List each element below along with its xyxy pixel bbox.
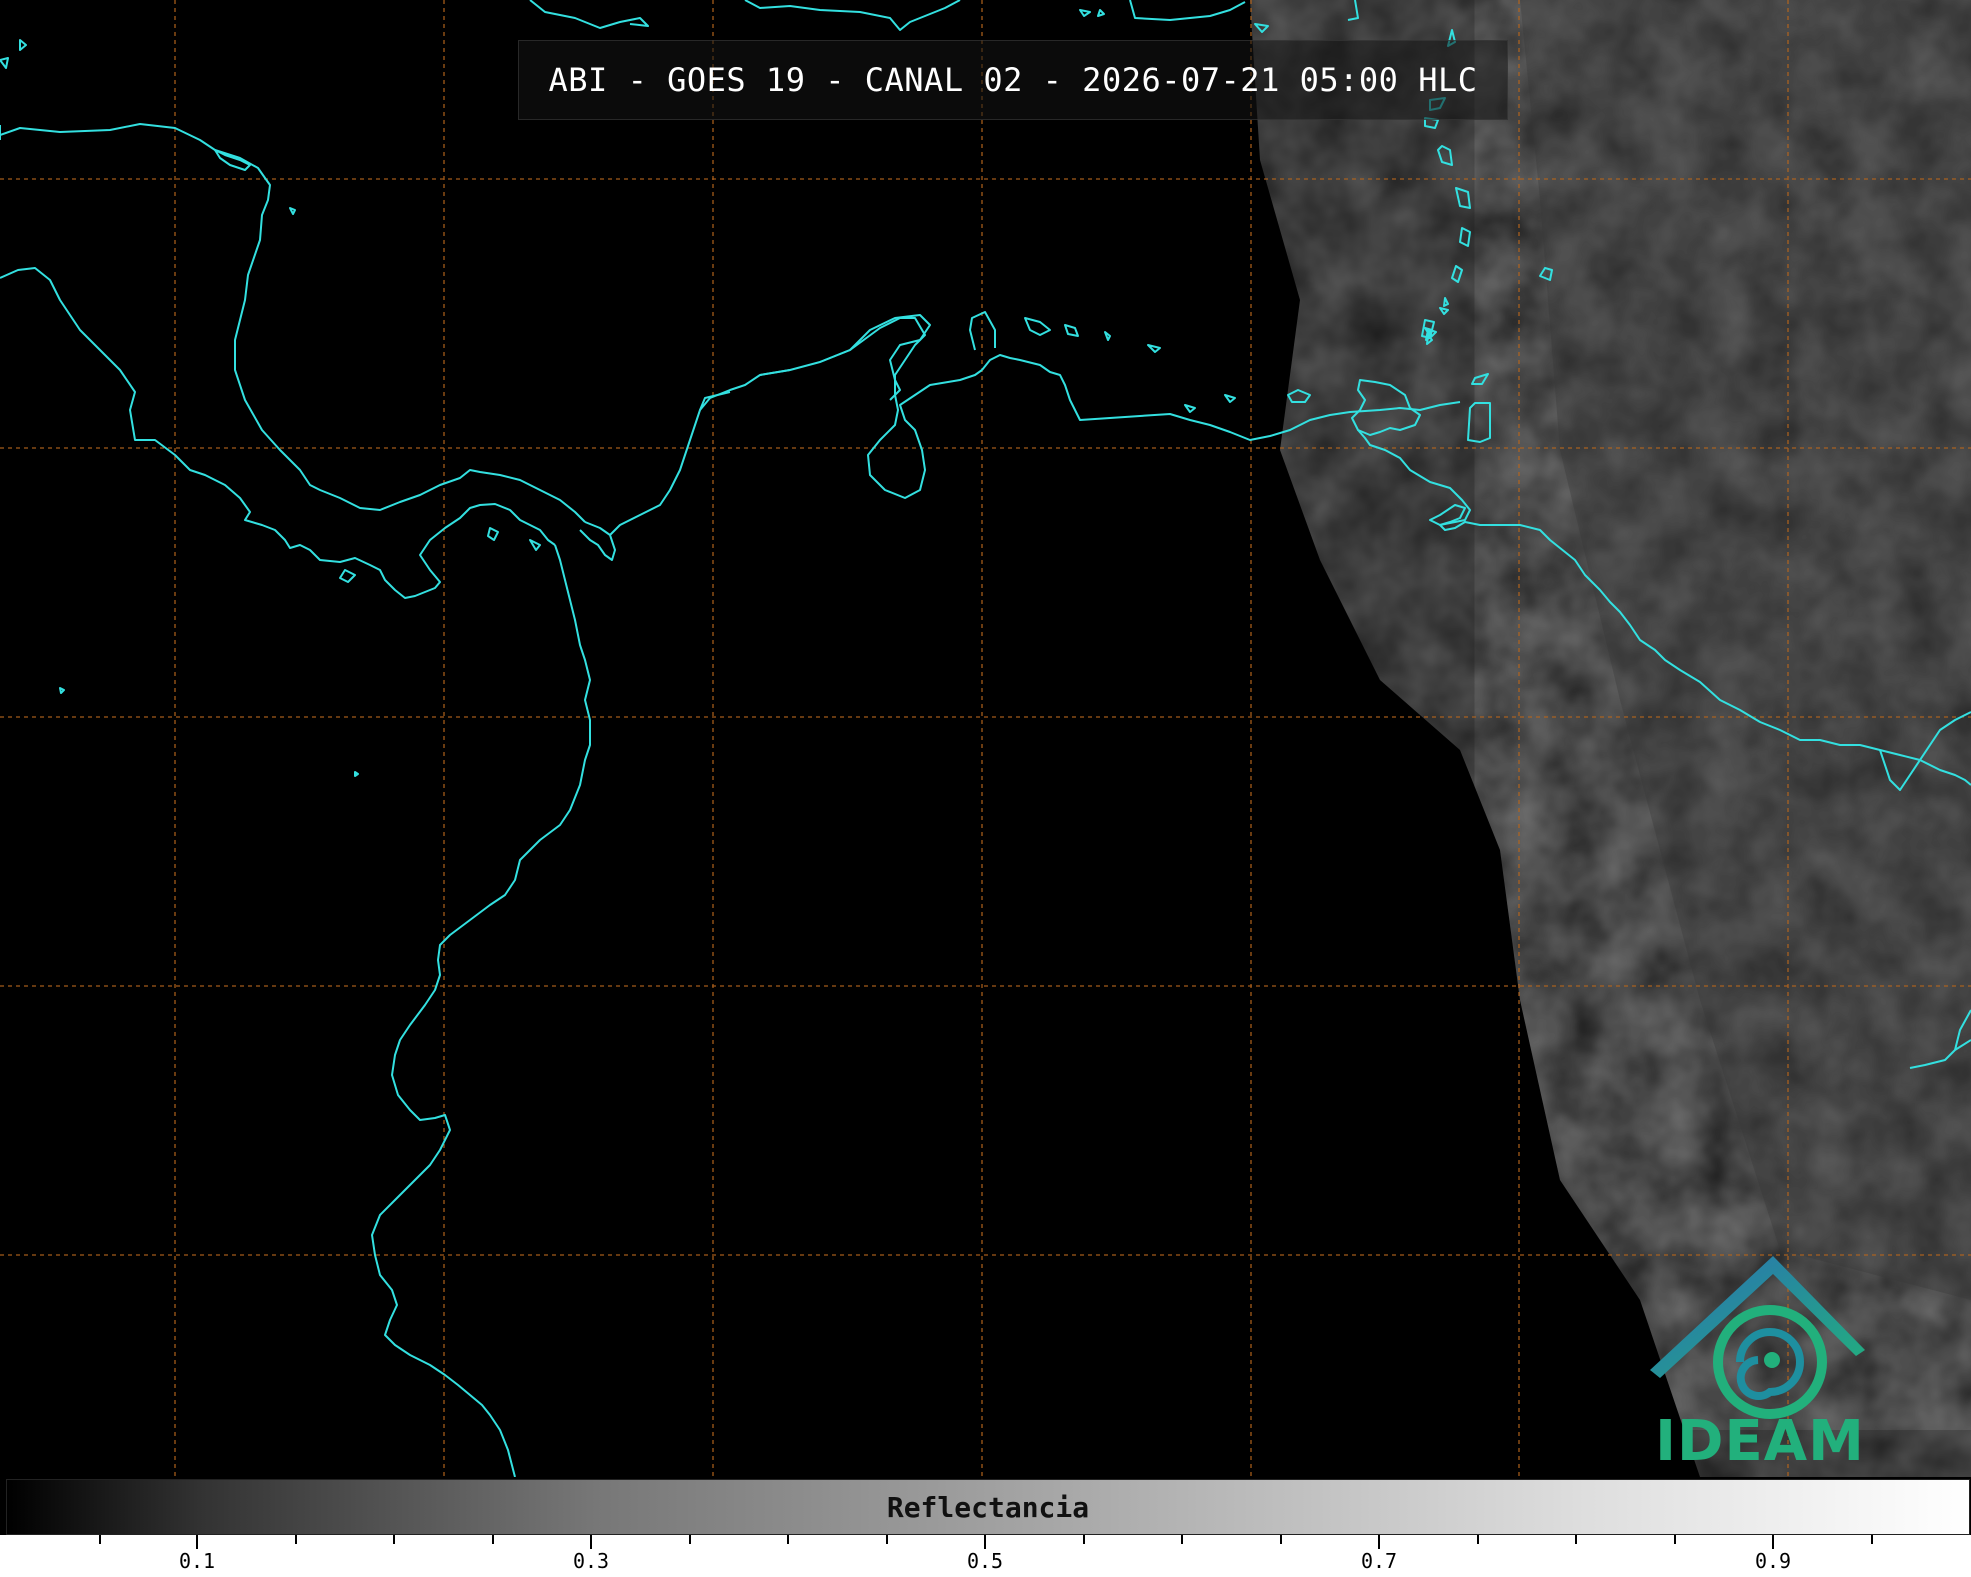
coastline-island xyxy=(487,527,499,541)
ideam-logo-text: IDEAM xyxy=(1655,1409,1865,1474)
coastline-island xyxy=(1064,324,1079,337)
colorbar-tick-label: 0.1 xyxy=(178,1549,216,1573)
coastline-yucatan xyxy=(0,123,586,523)
coastline-island xyxy=(0,39,27,69)
colorbar-ticks xyxy=(99,1535,1873,1549)
colorbar-tick-label: 0.5 xyxy=(966,1549,1004,1573)
colorbar-tick-label: 0.9 xyxy=(1754,1549,1792,1573)
colorbar-axis: 0.1 0.3 0.5 0.7 0.9 xyxy=(0,1535,1971,1577)
coastline-island xyxy=(1104,331,1111,341)
coastline-island xyxy=(529,539,541,551)
coastline-island xyxy=(1147,344,1161,353)
colorbar-label: Reflectancia xyxy=(886,1490,1090,1524)
coastline-island xyxy=(1184,404,1196,413)
coastline-colombia-caribbean xyxy=(699,317,983,499)
map-title: ABI - GOES 19 - CANAL 02 - 2026-07-21 05… xyxy=(518,40,1508,120)
coastline-island xyxy=(339,569,356,583)
coastline-island xyxy=(289,207,296,215)
coastline-colombia-pacific xyxy=(371,544,591,1477)
coastline-island xyxy=(1224,394,1236,403)
coastline-hispaniola xyxy=(744,0,961,31)
colorbar-tick-label: 0.7 xyxy=(1360,1549,1398,1573)
coastline-cuba xyxy=(529,0,649,29)
coastline-panama xyxy=(579,314,931,561)
ideam-logo: IDEAM xyxy=(1640,1252,1880,1474)
coastline-island xyxy=(1024,317,1051,336)
ideam-logo-icon xyxy=(1650,1256,1865,1419)
coastline-island xyxy=(1097,9,1105,17)
coastline-puerto-rico xyxy=(1129,0,1246,21)
coastline-central-america-pacific xyxy=(0,267,556,599)
coastline-island xyxy=(1079,9,1091,17)
coastline-island xyxy=(59,687,65,694)
reflectance-colorbar: Reflectancia xyxy=(6,1479,1970,1535)
colorbar-tick-label: 0.3 xyxy=(572,1549,610,1573)
satellite-map: ABI - GOES 19 - CANAL 02 - 2026-07-21 05… xyxy=(0,0,1971,1477)
coastline-island xyxy=(354,771,359,777)
